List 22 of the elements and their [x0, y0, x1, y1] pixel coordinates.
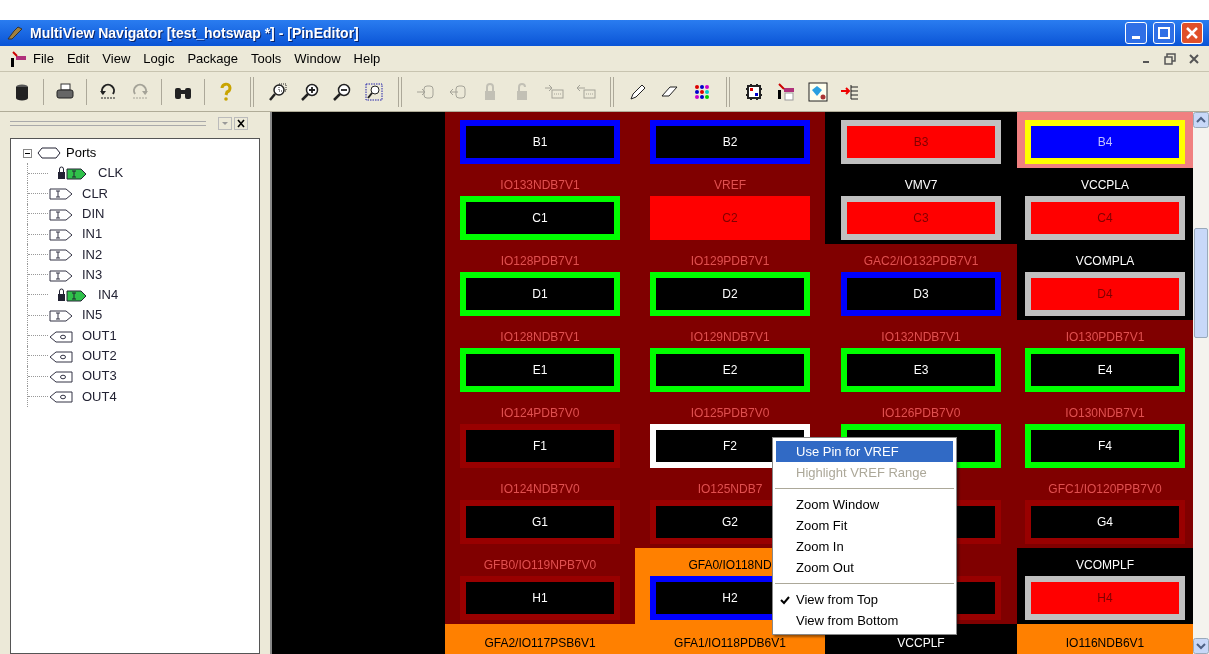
pin-pad: C4: [1031, 202, 1179, 234]
pin-pad: H4: [1031, 582, 1179, 614]
pin-pad: B2: [656, 126, 804, 158]
pin-pad: F1: [466, 430, 614, 462]
pin-pad: E2: [656, 354, 804, 386]
pin-pad: D3: [847, 278, 995, 310]
pin-pad: C1: [466, 202, 614, 234]
pin-pad: B3: [847, 126, 995, 158]
pin-pad: G1: [466, 506, 614, 538]
pin-pad: D4: [1031, 278, 1179, 310]
pin-pad: C3: [847, 202, 995, 234]
pin-pad: F4: [1031, 430, 1179, 462]
pin-pad: E3: [847, 354, 995, 386]
pin-pad: B4: [1031, 126, 1179, 158]
pin-pad: G4: [1031, 506, 1179, 538]
pin-pad: E1: [466, 354, 614, 386]
window-title: MultiView Navigator [test_hotswap *] - [PinEditor]: [30, 23, 359, 43]
pin-pad: D1: [466, 278, 614, 310]
pin-pad: E4: [1031, 354, 1179, 386]
pin-pad: B1: [466, 126, 614, 158]
pin-pad: D2: [656, 278, 804, 310]
pin-pad: H1: [466, 582, 614, 614]
